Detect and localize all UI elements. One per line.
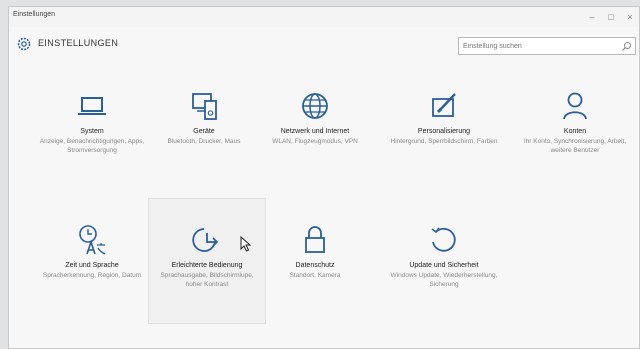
minimize-button[interactable]: – <box>583 9 601 25</box>
tile-label: Datenschutz <box>295 262 335 269</box>
tile-label: Konten <box>563 128 587 135</box>
search-icon[interactable] <box>621 41 632 52</box>
tile-personalisierung[interactable]: Personalisierung Hintergrund, Sperrbilds… <box>386 89 502 146</box>
search-box[interactable] <box>458 37 636 55</box>
tile-netzwerk[interactable]: Netzwerk und Internet WLAN, Flugzeugmodu… <box>257 89 373 146</box>
tile-label: Personalisierung <box>417 128 471 135</box>
gear-icon <box>17 37 31 51</box>
tile-description: Bluetooth, Drucker, Maus <box>167 138 241 145</box>
devices-icon <box>192 93 217 120</box>
tile-label: Netzwerk und Internet <box>280 128 350 135</box>
laptop-icon <box>78 97 106 115</box>
tile-label: System <box>80 128 104 135</box>
tile-description: Hintergrund, Sperrbildschirm, Farben <box>390 138 498 145</box>
tile-description: Windows Update, Wiederherstellung, Siche… <box>390 272 498 288</box>
tile-description: WLAN, Flugzeugmodus, VPN <box>272 138 358 145</box>
tile-zeit[interactable]: Zeit und Sprache Spracherkennung, Region… <box>34 223 150 280</box>
globe-icon <box>302 93 328 119</box>
header: EINSTELLUNGEN <box>9 27 639 61</box>
tile-update[interactable]: Update und Sicherheit Windows Update, Wi… <box>386 223 502 289</box>
tile-description: Sprachausgabe, Bildschirmlupe, hoher Kon… <box>160 272 254 288</box>
window-title: Einstellungen <box>13 11 56 18</box>
tile-description: Anzeige, Benachrichtigungen, Apps, Strom… <box>39 138 145 154</box>
tile-description: Standort, Kamera <box>289 272 341 279</box>
tile-konten[interactable]: Konten Ihr Konto, Synchronisierung, Arbe… <box>517 89 633 155</box>
settings-window: Einstellungen – □ × EINSTELLUNGEN System… <box>8 6 640 349</box>
tile-label: Erleichterte Bedienung <box>171 262 243 269</box>
tile-erleichterte[interactable]: Erleichterte Bedienung Sprachausgabe, Bi… <box>148 198 266 324</box>
lock-icon <box>305 226 325 253</box>
time-language-icon <box>79 225 106 255</box>
ease-of-access-icon <box>192 228 219 252</box>
title-bar: Einstellungen – □ × <box>9 7 639 27</box>
tile-label: Geräte <box>193 128 215 135</box>
tile-label: Zeit und Sprache <box>65 262 119 269</box>
tile-label: Update und Sicherheit <box>409 262 479 269</box>
tile-description: Ihr Konto, Synchronisierung, Arbeit, wei… <box>523 138 627 154</box>
tile-description: Spracherkennung, Region, Datum <box>42 272 142 279</box>
paint-icon <box>432 93 456 117</box>
tile-system[interactable]: System Anzeige, Benachrichtigungen, Apps… <box>34 89 150 155</box>
refresh-icon <box>431 227 456 252</box>
search-input[interactable] <box>463 40 613 52</box>
person-icon <box>563 92 587 120</box>
tile-datenschutz[interactable]: Datenschutz Standort, Kamera <box>257 223 373 280</box>
maximize-button[interactable]: □ <box>602 9 620 25</box>
page-title: EINSTELLUNGEN <box>38 38 119 48</box>
mouse-pointer-icon <box>240 236 252 252</box>
tile-geraete[interactable]: Geräte Bluetooth, Drucker, Maus <box>146 89 262 146</box>
close-button[interactable]: × <box>621 9 639 25</box>
